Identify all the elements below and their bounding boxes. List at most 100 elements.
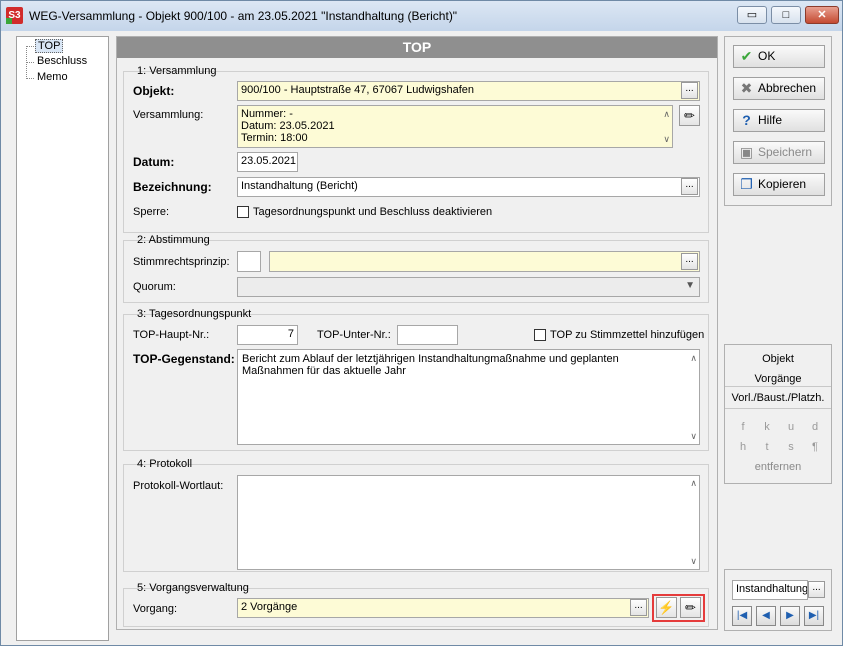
format-paragraph[interactable]: ¶ (809, 441, 821, 453)
abbrechen-label: Abbrechen (758, 81, 817, 95)
stimmrecht-browse-button[interactable]: ... (681, 253, 698, 270)
tree-item-memo[interactable]: Memo (35, 71, 70, 83)
objekt-field[interactable]: 900/100 - Hauptstraße 47, 67067 Ludwigsh… (237, 81, 700, 101)
cancel-x-icon: ✖ (740, 80, 753, 96)
protokoll-wortlaut-label: Protokoll-Wortlaut: (133, 480, 224, 492)
stimmzettel-label: TOP zu Stimmzettel hinzufügen (550, 329, 705, 341)
top-form: TOP 1: Versammlung Objekt: 900/100 - Hau… (116, 36, 718, 630)
tree-connector (26, 46, 34, 47)
speichern-button[interactable]: ▣ Speichern (733, 141, 825, 164)
bezeichnung-value: Instandhaltung (Bericht) (241, 180, 358, 192)
top-gegenstand-value: Bericht zum Ablauf der letztjährigen Ins… (242, 353, 619, 377)
next-record-button[interactable]: ▶ (780, 606, 800, 626)
datum-field[interactable]: 23.05.2021 (237, 152, 298, 172)
prev-record-button[interactable]: ◀ (756, 606, 776, 626)
sperre-checkbox-label: Tagesordnungspunkt und Beschluss deaktiv… (253, 206, 493, 218)
bezeichnung-label: Bezeichnung: (133, 180, 212, 194)
objekt-browse-button[interactable]: ... (681, 82, 698, 99)
help-icon: ? (742, 112, 751, 128)
group-title-abstimmung: 2: Abstimmung (137, 234, 210, 246)
stimmzettel-checkbox[interactable] (534, 329, 546, 341)
app-icon[interactable]: S3 (6, 7, 23, 24)
navigation-tree: TOP Beschluss Memo (16, 36, 109, 641)
record-browse-button[interactable]: ... (808, 581, 825, 598)
pencil-icon: ✏ (684, 108, 695, 123)
group-abstimmung: 2: Abstimmung Stimmrechtsprinzip: ... Qu… (123, 234, 709, 303)
versammlung-label: Versammlung: (133, 109, 204, 121)
first-record-button[interactable]: |◀ (732, 606, 752, 626)
side-separator (725, 408, 831, 409)
record-field[interactable]: Instandhaltung (732, 580, 808, 600)
pencil-icon: ✏ (685, 600, 696, 615)
group-title-vorgang: 5: Vorgangsverwaltung (137, 582, 249, 594)
datum-label: Datum: (133, 155, 175, 169)
bezeichnung-field[interactable]: Instandhaltung (Bericht) (237, 177, 700, 197)
vorgang-label: Vorgang: (133, 603, 178, 615)
format-u[interactable]: u (785, 421, 797, 433)
speichern-label: Speichern (758, 145, 813, 159)
main-window: S3 WEG-Versammlung - Objekt 900/100 - am… (0, 0, 843, 646)
placeholder-panel: Objekt Vorgänge Vorl./Baust./Platzh. f k… (724, 344, 832, 484)
tree-item-top[interactable]: TOP (35, 39, 64, 53)
vorgang-edit-button[interactable]: ✏ (680, 597, 701, 618)
side-objekt[interactable]: Objekt (725, 353, 831, 365)
quorum-label: Quorum: (133, 281, 176, 293)
top-gegenstand-label: TOP-Gegenstand: (133, 352, 235, 366)
top-unter-label: TOP-Unter-Nr.: (317, 329, 391, 341)
last-record-button[interactable]: ▶| (804, 606, 824, 626)
quorum-select[interactable]: ▼ (237, 277, 700, 297)
format-d[interactable]: d (809, 421, 821, 433)
stimmrecht-field[interactable] (269, 251, 700, 272)
tree-connector (26, 78, 34, 79)
bezeichnung-browse-button[interactable]: ... (681, 178, 698, 195)
title-bar[interactable]: S3 WEG-Versammlung - Objekt 900/100 - am… (1, 1, 842, 31)
record-value: Instandhaltung (736, 583, 808, 595)
versammlung-field[interactable]: Nummer: - Datum: 23.05.2021 Termin: 18:0… (237, 105, 673, 148)
group-title-protokoll: 4: Protokoll (137, 458, 193, 470)
format-s[interactable]: s (785, 441, 797, 453)
group-tagesordnungspunkt: 3: Tagesordnungspunkt TOP-Haupt-Nr.: 7 T… (123, 308, 709, 451)
minimize-button[interactable]: ▭ (737, 6, 767, 24)
side-vorgaenge[interactable]: Vorgänge (725, 373, 831, 385)
hilfe-label: Hilfe (758, 113, 783, 127)
versammlung-scrollbar[interactable]: ∧ ∨ (658, 108, 670, 145)
protokoll-wortlaut-field[interactable]: ∧ ∨ (237, 475, 700, 570)
versammlung-nummer: Nummer: - (241, 108, 293, 120)
top-unter-field[interactable] (397, 325, 458, 345)
group-protokoll: 4: Protokoll Protokoll-Wortlaut: ∧ ∨ (123, 458, 709, 572)
protokoll-scrollbar[interactable]: ∧ ∨ (685, 478, 697, 567)
group-vorgangsverwaltung: 5: Vorgangsverwaltung Vorgang: 2 Vorgäng… (123, 582, 709, 627)
vorgang-field[interactable]: 2 Vorgänge (237, 598, 649, 618)
group-title-tagesordnungspunkt: 3: Tagesordnungspunkt (137, 308, 252, 320)
top-gegenstand-field[interactable]: Bericht zum Ablauf der letztjährigen Ins… (237, 349, 700, 445)
maximize-button[interactable]: □ (771, 6, 801, 24)
lightning-icon: ⚡ (658, 600, 675, 615)
hilfe-button[interactable]: ? Hilfe (733, 109, 825, 132)
top-haupt-field[interactable]: 7 (237, 325, 298, 345)
versammlung-termin: Termin: 18:00 (241, 132, 308, 144)
kopieren-button[interactable]: ❐ Kopieren (733, 173, 825, 196)
format-f[interactable]: f (737, 421, 749, 433)
action-panel: ✔ OK ✖ Abbrechen ? Hilfe ▣ Speichern ❐ K… (724, 36, 832, 206)
stimmrecht-label: Stimmrechtsprinzip: (133, 256, 230, 268)
abbrechen-button[interactable]: ✖ Abbrechen (733, 77, 825, 100)
sperre-checkbox[interactable] (237, 206, 249, 218)
top-haupt-label: TOP-Haupt-Nr.: (133, 329, 210, 341)
versammlung-edit-button[interactable]: ✏ (679, 105, 700, 126)
form-header: TOP (117, 37, 717, 58)
side-separator (725, 386, 831, 387)
ok-button[interactable]: ✔ OK (733, 45, 825, 68)
format-h[interactable]: h (737, 441, 749, 453)
gegenstand-scrollbar[interactable]: ∧ ∨ (685, 352, 697, 442)
datum-value: 23.05.2021 (241, 155, 297, 167)
vorgang-browse-button[interactable]: ... (630, 599, 647, 616)
objekt-value: 900/100 - Hauptstraße 47, 67067 Ludwigsh… (241, 84, 474, 96)
vorgang-action-button[interactable]: ⚡ (656, 597, 677, 618)
side-entfernen[interactable]: entfernen (725, 461, 831, 473)
format-k[interactable]: k (761, 421, 773, 433)
stimmrecht-code-field[interactable] (237, 251, 261, 272)
tree-item-beschluss[interactable]: Beschluss (35, 55, 89, 67)
format-t[interactable]: t (761, 441, 773, 453)
close-button[interactable]: ✕ (805, 6, 839, 24)
side-vorlagen[interactable]: Vorl./Baust./Platzh. (725, 392, 831, 404)
